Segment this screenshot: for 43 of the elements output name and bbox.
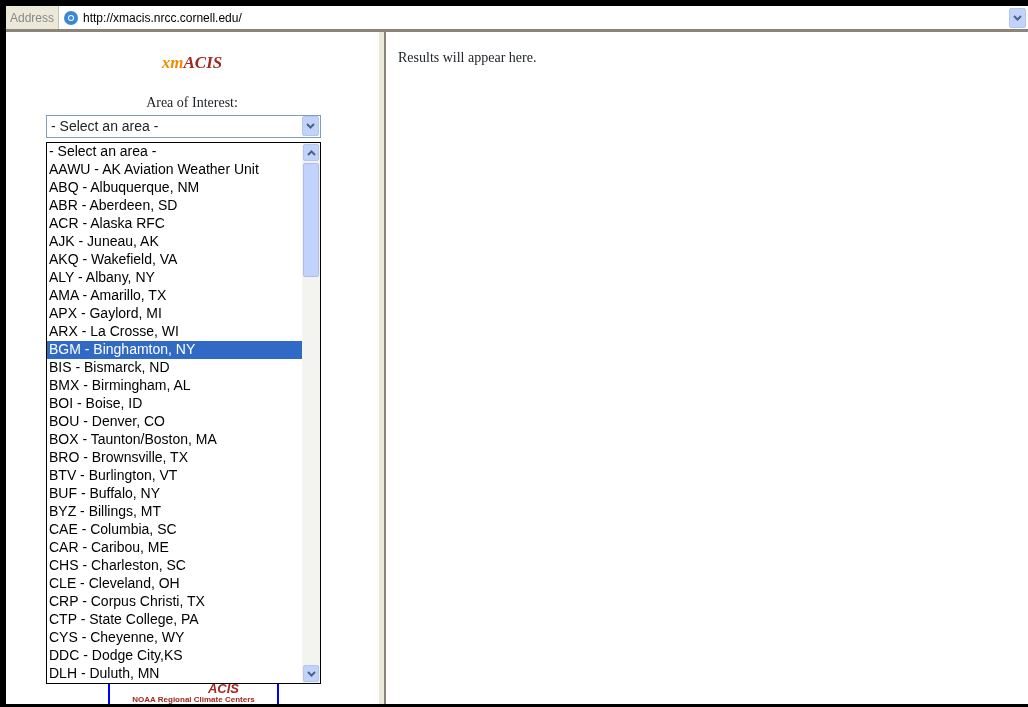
dropdown-option[interactable]: AAWU - AK Aviation Weather Unit xyxy=(47,161,302,179)
browser-page-icon xyxy=(63,9,80,26)
dropdown-option[interactable]: ALY - Albany, NY xyxy=(47,269,302,287)
scroll-thumb[interactable] xyxy=(303,163,319,277)
dropdown-option[interactable]: CRP - Corpus Christi, TX xyxy=(47,593,302,611)
dropdown-option[interactable]: APX - Gaylord, MI xyxy=(47,305,302,323)
dropdown-option[interactable]: DDC - Dodge City,KS xyxy=(47,647,302,665)
dropdown-option[interactable]: CTP - State College, PA xyxy=(47,611,302,629)
dropdown-option[interactable]: BGM - Binghamton, NY xyxy=(47,341,302,359)
url-field[interactable]: http://xmacis.nrcc.cornell.edu/ xyxy=(83,10,242,25)
dropdown-option[interactable]: AJK - Juneau, AK xyxy=(47,233,302,251)
dropdown-option[interactable]: ABR - Aberdeen, SD xyxy=(47,197,302,215)
dropdown-option[interactable]: BOU - Denver, CO xyxy=(47,413,302,431)
dropdown-option[interactable]: CHS - Charleston, SC xyxy=(47,557,302,575)
results-message: Results will appear here. xyxy=(398,50,537,65)
dropdown-option[interactable]: AKQ - Wakefield, VA xyxy=(47,251,302,269)
address-label: Address xyxy=(6,6,60,29)
dropdown-option[interactable]: BIS - Bismarck, ND xyxy=(47,359,302,377)
dropdown-option[interactable]: BMX - Birmingham, AL xyxy=(47,377,302,395)
area-label: Area of Interest: xyxy=(145,93,239,112)
dropdown-option[interactable]: BRO - Brownsville, TX xyxy=(47,449,302,467)
frame-splitter[interactable] xyxy=(378,32,386,704)
app-title: xmACIS xyxy=(160,52,224,74)
dropdown-option[interactable]: DLH - Duluth, MN xyxy=(47,665,302,683)
dropdown-option[interactable]: ARX - La Crosse, WI xyxy=(47,323,302,341)
dropdown-option[interactable]: BOX - Taunton/Boston, MA xyxy=(47,431,302,449)
chevron-down-icon xyxy=(306,123,315,129)
scroll-up-icon[interactable] xyxy=(306,149,316,156)
dropdown-option[interactable]: CLE - Cleveland, OH xyxy=(47,575,302,593)
dropdown-option[interactable]: ACR - Alaska RFC xyxy=(47,215,302,233)
dropdown-option[interactable]: CAE - Columbia, SC xyxy=(47,521,302,539)
scroll-down-icon[interactable] xyxy=(306,670,316,677)
dropdown-option[interactable]: - Select an area - xyxy=(47,143,302,161)
dropdown-option[interactable]: BOI - Boise, ID xyxy=(47,395,302,413)
scrollbar[interactable] xyxy=(302,143,320,683)
dropdown-option[interactable]: BUF - Buffalo, NY xyxy=(47,485,302,503)
dropdown-option[interactable]: ABQ - Albuquerque, NM xyxy=(47,179,302,197)
dropdown-option[interactable]: BTV - Burlington, VT xyxy=(47,467,302,485)
dropdown-option[interactable]: AMA - Amarillo, TX xyxy=(47,287,302,305)
dropdown-option[interactable]: CAR - Caribou, ME xyxy=(47,539,302,557)
area-select[interactable]: - Select an area - xyxy=(46,114,321,138)
dropdown-option[interactable]: BYZ - Billings, MT xyxy=(47,503,302,521)
dropdown-option[interactable]: CYS - Cheyenne, WY xyxy=(47,629,302,647)
